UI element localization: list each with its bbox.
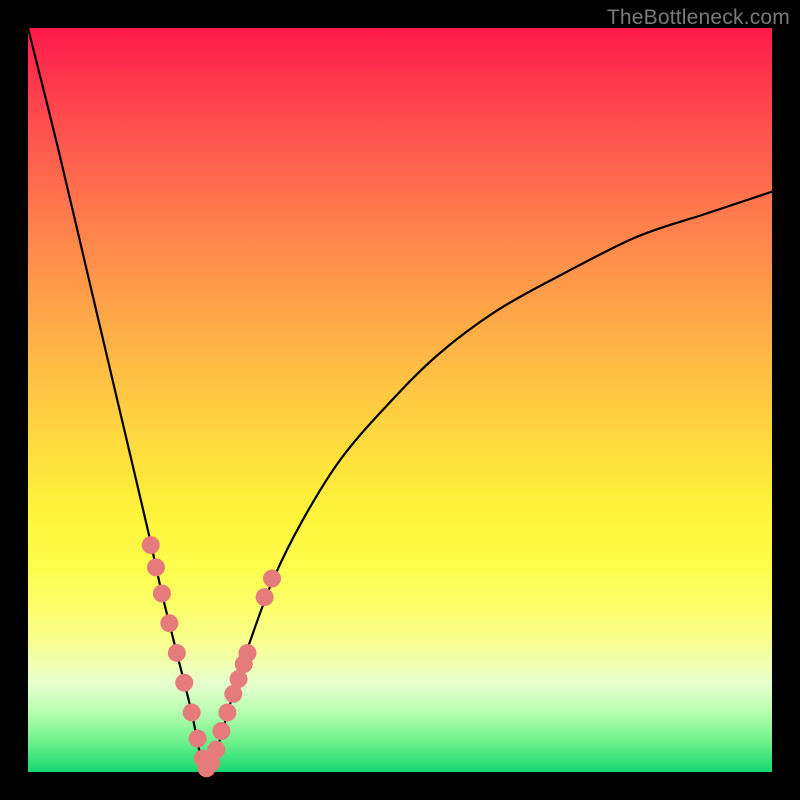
marker-dot	[263, 570, 281, 588]
marker-dot	[168, 644, 186, 662]
marker-dot	[183, 703, 201, 721]
marker-dot	[189, 730, 207, 748]
marker-dot	[207, 741, 225, 759]
marker-dot	[153, 584, 171, 602]
bottleneck-curve-plot	[28, 28, 772, 772]
watermark-text: TheBottleneck.com	[607, 6, 790, 30]
marker-dot	[212, 722, 230, 740]
marker-dot	[256, 588, 274, 606]
marker-dot	[160, 614, 178, 632]
marker-dot	[147, 558, 165, 576]
marker-dot	[238, 644, 256, 662]
marker-cluster	[142, 536, 281, 777]
bottleneck-curve	[28, 28, 772, 772]
chart-area	[28, 28, 772, 772]
marker-dot	[218, 703, 236, 721]
marker-dot	[175, 674, 193, 692]
marker-dot	[142, 536, 160, 554]
